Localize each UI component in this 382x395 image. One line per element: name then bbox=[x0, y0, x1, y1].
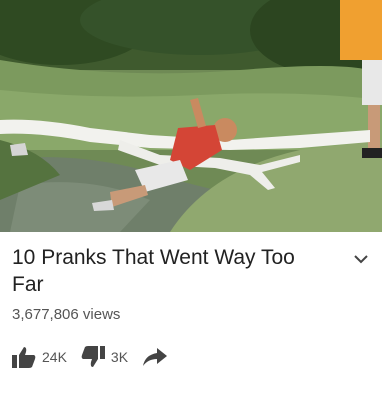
share-button[interactable] bbox=[142, 347, 168, 367]
more-options-button[interactable] bbox=[354, 251, 368, 264]
video-actions: 24K 3K bbox=[12, 343, 182, 371]
chevron-down-icon bbox=[354, 255, 368, 264]
video-thumbnail[interactable] bbox=[0, 0, 382, 232]
view-count: 3,677,806 views bbox=[12, 306, 121, 323]
dislike-count: 3K bbox=[110, 349, 129, 365]
like-button[interactable]: 24K bbox=[12, 346, 67, 368]
video-title: 10 Pranks That Went Way Too Far bbox=[12, 246, 295, 296]
thumbs-down-icon bbox=[81, 346, 105, 367]
video-card: 10 Pranks That Went Way Too Far 3,677,80… bbox=[0, 0, 382, 395]
thumbs-up-icon bbox=[12, 347, 36, 368]
dislike-button[interactable]: 3K bbox=[81, 346, 128, 368]
share-arrow-icon bbox=[143, 348, 168, 366]
like-count: 24K bbox=[42, 349, 67, 365]
video-frame-illustration bbox=[0, 0, 382, 232]
